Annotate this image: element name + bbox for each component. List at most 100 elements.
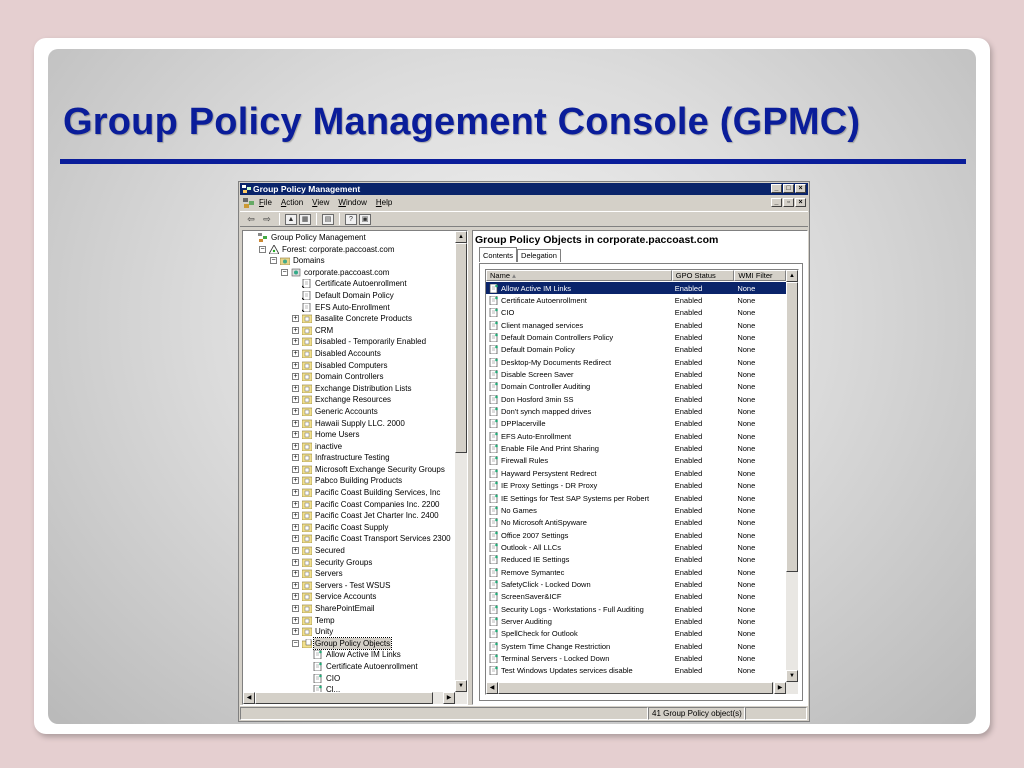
scroll-thumb[interactable] — [455, 243, 467, 453]
tree-item[interactable]: EFS Auto-Enrollment — [243, 302, 455, 314]
gpo-row[interactable]: Remove Symantec Enabled None — [486, 566, 786, 578]
gpo-row[interactable]: EFS Auto-Enrollment Enabled None — [486, 430, 786, 442]
collapse-icon[interactable]: − — [292, 639, 299, 647]
tree-item[interactable]: Default Domain Policy — [243, 290, 455, 302]
minimize-button[interactable]: _ — [771, 184, 782, 193]
tree-item[interactable]: + Pacific Coast Transport Services 2300 — [243, 533, 455, 545]
expand-icon[interactable]: + — [292, 558, 299, 566]
tree-item[interactable]: + Basalite Concrete Products — [243, 313, 455, 325]
gpo-row[interactable]: CIO Enabled None — [486, 307, 786, 319]
column-header-wmi-filter[interactable]: WMI Filter — [734, 270, 786, 281]
scroll-down-arrow-icon[interactable]: ▼ — [786, 670, 798, 682]
gpo-row[interactable]: Terminal Servers - Locked Down Enabled Non… — [486, 652, 786, 664]
gpo-row[interactable]: DPPlacerville Enabled None — [486, 418, 786, 430]
tree-item[interactable]: + Generic Accounts — [243, 406, 455, 418]
expand-icon[interactable]: + — [292, 628, 299, 636]
expand-icon[interactable]: + — [292, 570, 299, 578]
tree-item[interactable]: + Security Groups — [243, 557, 455, 569]
tree-item[interactable]: − Group Policy Objects — [243, 636, 455, 651]
column-header-gpo-status[interactable]: GPO Status — [671, 270, 735, 281]
scroll-left-arrow-icon[interactable]: ◀ — [243, 692, 255, 704]
tree-item[interactable]: + Pabco Building Products — [243, 475, 455, 487]
tree-item[interactable]: + Exchange Distribution Lists — [243, 383, 455, 395]
expand-icon[interactable]: + — [292, 419, 299, 427]
tab-contents[interactable]: Contents — [479, 247, 518, 262]
tree-item[interactable]: + Disabled Computers — [243, 360, 455, 372]
expand-icon[interactable]: + — [292, 361, 299, 369]
tree-item[interactable]: + Disabled - Temporarily Enabled — [243, 336, 455, 348]
tree-horizontal-scrollbar[interactable]: ◀ ▶ — [243, 692, 467, 704]
tree-item[interactable]: + Disabled Accounts — [243, 348, 455, 360]
expand-icon[interactable]: + — [292, 581, 299, 589]
scroll-left-arrow-icon[interactable]: ◀ — [486, 682, 498, 694]
expand-icon[interactable]: + — [292, 454, 299, 462]
child-close-button[interactable]: × — [795, 198, 806, 207]
scroll-up-arrow-icon[interactable]: ▲ — [455, 231, 467, 243]
gpo-row[interactable]: Hayward Persystent Redrect Enabled None — [486, 467, 786, 479]
list-vertical-scrollbar[interactable]: ▲ ▼ — [786, 270, 798, 682]
menu-window[interactable]: Window — [338, 196, 366, 210]
menu-file[interactable]: File — [259, 196, 272, 210]
gpo-row[interactable]: System Time Change Restriction Enabled Non… — [486, 640, 786, 652]
child-minimize-button[interactable]: _ — [771, 198, 782, 207]
expand-icon[interactable]: + — [292, 489, 299, 497]
expand-icon[interactable]: + — [292, 315, 299, 323]
forward-arrow-icon[interactable]: ⇨ — [260, 213, 274, 225]
gpo-row[interactable]: Desktop-My Documents Redirect Enabled None — [486, 356, 786, 368]
gpo-row[interactable]: SafetyClick - Locked Down Enabled None — [486, 578, 786, 590]
scroll-down-arrow-icon[interactable]: ▼ — [455, 680, 467, 692]
tree-item[interactable]: + Servers — [243, 568, 455, 580]
gpo-row[interactable]: No Microsoft AntiSpyware Enabled None — [486, 517, 786, 529]
properties-icon[interactable]: ▣ — [359, 213, 371, 225]
expand-icon[interactable]: + — [292, 535, 299, 543]
show-hide-tree-icon[interactable]: ▦ — [299, 213, 311, 225]
tree-item[interactable]: + Hawaii Supply LLC. 2000 — [243, 418, 455, 430]
expand-icon[interactable]: + — [292, 349, 299, 357]
expand-icon[interactable]: + — [292, 465, 299, 473]
tree-item[interactable]: CIO — [243, 673, 455, 685]
tree-item[interactable]: + Secured — [243, 545, 455, 557]
expand-icon[interactable]: + — [292, 326, 299, 334]
tree-item[interactable]: + CRM — [243, 325, 455, 337]
gpo-row[interactable]: Allow Active IM Links Enabled None — [486, 282, 786, 295]
gpo-row[interactable]: IE Settings for Test SAP Systems per Rob… — [486, 492, 786, 504]
expand-icon[interactable]: + — [292, 547, 299, 555]
tree-item[interactable]: + Temp — [243, 615, 455, 627]
tree-item[interactable]: − Domains — [243, 255, 455, 267]
tab-delegation[interactable]: Delegation — [517, 249, 561, 262]
tree-item[interactable]: Certificate Autoenrollment — [243, 278, 455, 290]
menu-help[interactable]: Help — [376, 196, 392, 210]
maximize-button[interactable]: □ — [783, 184, 794, 193]
close-button[interactable]: × — [795, 184, 806, 193]
expand-icon[interactable]: + — [292, 593, 299, 601]
expand-icon[interactable]: + — [292, 338, 299, 346]
gpo-row[interactable]: Default Domain Policy Enabled None — [486, 344, 786, 356]
gpo-row[interactable]: Don't synch mapped drives Enabled None — [486, 405, 786, 417]
gpo-row[interactable]: Enable File And Print Sharing Enabled None — [486, 442, 786, 454]
gpo-row[interactable]: Reduced IE Settings Enabled None — [486, 554, 786, 566]
expand-icon[interactable]: + — [292, 523, 299, 531]
window-titlebar[interactable]: Group Policy Management _ □ × — [240, 183, 808, 195]
tree-item[interactable]: + Infrastructure Testing — [243, 452, 455, 464]
tree-item[interactable]: + Pacific Coast Jet Charter Inc. 2400 — [243, 510, 455, 522]
gpo-row[interactable]: Test Windows Updates services disable Ena… — [486, 665, 786, 677]
help-icon[interactable]: ? — [345, 213, 357, 225]
scroll-thumb[interactable] — [255, 692, 433, 704]
gpo-row[interactable]: Firewall Rules Enabled None — [486, 455, 786, 467]
gpo-row[interactable]: Server Auditing Enabled None — [486, 615, 786, 627]
expand-icon[interactable]: + — [292, 616, 299, 624]
gpo-row[interactable]: ScreenSaver&ICF Enabled None — [486, 591, 786, 603]
gpo-row[interactable]: Outlook - All LLCs Enabled None — [486, 541, 786, 553]
tree-item[interactable]: + Pacific Coast Supply — [243, 522, 455, 534]
tree-vertical-scrollbar[interactable]: ▲ ▼ — [455, 231, 467, 692]
collapse-icon[interactable]: − — [259, 245, 266, 253]
scroll-up-arrow-icon[interactable]: ▲ — [786, 270, 798, 282]
tree-item[interactable]: + Domain Controllers — [243, 371, 455, 383]
gpo-row[interactable]: SpellCheck for Outlook Enabled None — [486, 628, 786, 640]
tree-item[interactable]: + Unity — [243, 626, 455, 638]
tree-item[interactable]: Certificate Autoenrollment — [243, 661, 455, 673]
expand-icon[interactable]: + — [292, 373, 299, 381]
expand-icon[interactable]: + — [292, 384, 299, 392]
tree-item[interactable]: − Forest: corporate.paccoast.com — [243, 243, 455, 256]
tree-item[interactable]: + Service Accounts — [243, 591, 455, 603]
